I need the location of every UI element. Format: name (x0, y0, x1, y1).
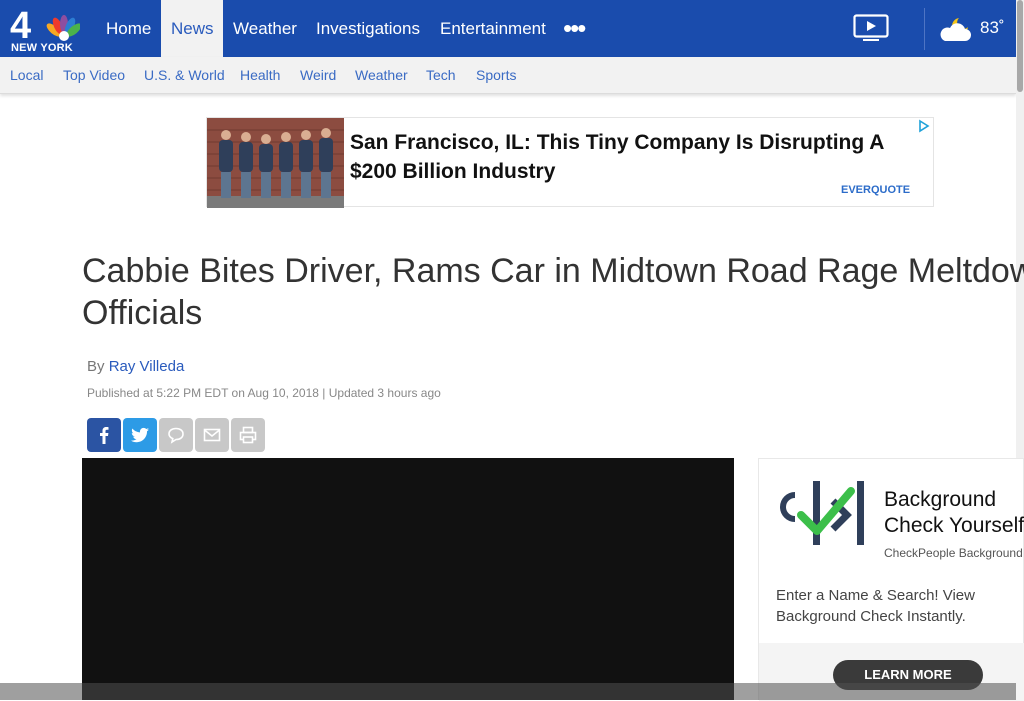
sidebar-ad[interactable]: Background Check Yourself CheckPeople Ba… (758, 458, 1024, 701)
checkpeople-logo[interactable] (775, 477, 871, 547)
share-email-button[interactable] (195, 418, 229, 452)
sub-navigation: Local Top Video U.S. & World Health Weir… (0, 57, 1016, 94)
ad-headline[interactable]: San Francisco, IL: This Tiny Company Is … (350, 128, 930, 186)
subnav-local[interactable]: Local (10, 67, 43, 83)
article-title: Cabbie Bites Driver, Rams Car in Midtown… (82, 252, 1024, 332)
partly-cloudy-icon[interactable] (937, 14, 975, 44)
banner-ad[interactable]: San Francisco, IL: This Tiny Company Is … (206, 117, 934, 208)
nav-news[interactable]: News (161, 0, 223, 57)
header-divider (924, 8, 925, 50)
ad-brand-logo[interactable]: EVERQUOTE (841, 184, 910, 196)
print-icon (239, 426, 257, 444)
share-facebook-button[interactable] (87, 418, 121, 452)
scrollbar-thumb[interactable] (1017, 0, 1023, 92)
subnav-top-video[interactable]: Top Video (63, 67, 125, 83)
twitter-icon (131, 427, 149, 443)
nav-weather[interactable]: Weather (223, 0, 297, 57)
more-menu-icon[interactable]: ••• (563, 15, 586, 41)
svg-text:4: 4 (10, 6, 31, 42)
horizontal-scrollbar[interactable] (0, 683, 1016, 700)
facebook-icon (100, 427, 109, 444)
sidebar-ad-sponsor: CheckPeople Background (884, 546, 1023, 560)
tv-video-icon[interactable] (853, 14, 889, 42)
subnav-tech[interactable]: Tech (426, 67, 456, 83)
share-twitter-button[interactable] (123, 418, 157, 452)
temperature-readout[interactable]: 83˚ (980, 18, 1005, 38)
sidebar-ad-title[interactable]: Background Check Yourself (884, 487, 1024, 539)
subnav-weird[interactable]: Weird (300, 67, 336, 83)
published-timestamp: Published at 5:22 PM EDT on Aug 10, 2018… (87, 386, 441, 400)
nav-home[interactable]: Home (96, 0, 161, 57)
subnav-weather[interactable]: Weather (355, 67, 408, 83)
video-player[interactable] (82, 458, 734, 700)
byline: By Ray Villeda (87, 358, 184, 375)
ad-team-photo[interactable] (207, 118, 344, 208)
share-print-button[interactable] (231, 418, 265, 452)
email-icon (203, 428, 221, 442)
nbc-4-logo[interactable]: 4 NEW YORK (8, 5, 82, 54)
sidebar-ad-body[interactable]: Enter a Name & Search! View Background C… (776, 585, 1006, 627)
subnav-sports[interactable]: Sports (476, 67, 516, 83)
share-comment-button[interactable] (159, 418, 193, 452)
subnav-us-world[interactable]: U.S. & World (144, 67, 225, 83)
nav-investigations[interactable]: Investigations (306, 0, 420, 57)
author-link[interactable]: Ray Villeda (109, 358, 185, 375)
adchoices-icon[interactable] (917, 119, 931, 133)
comment-icon (168, 427, 184, 444)
byline-prefix: By (87, 358, 105, 375)
logo-city-label: NEW YORK (11, 42, 73, 54)
subnav-health[interactable]: Health (240, 67, 280, 83)
top-navigation-bar: 4 NEW YORK Home News Weather Investigati… (0, 0, 1016, 57)
nav-entertainment[interactable]: Entertainment (430, 0, 546, 57)
peacock-4-icon: 4 (10, 5, 82, 47)
